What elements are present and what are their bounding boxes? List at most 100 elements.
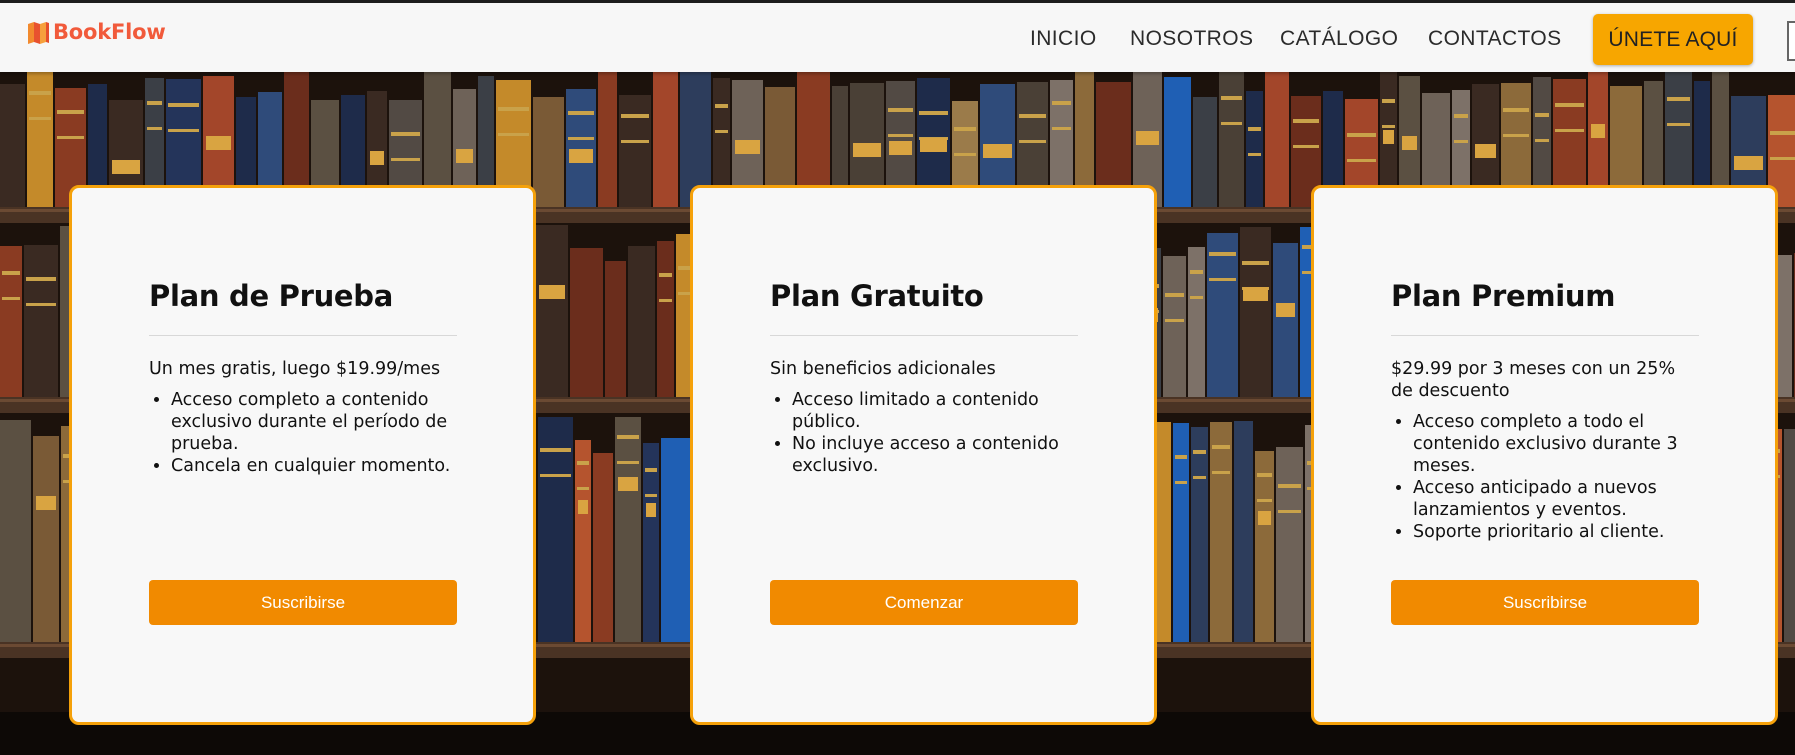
bookshelf-shape [1784, 429, 1795, 642]
bookshelf-shape [2, 271, 20, 275]
bookshelf-shape [1734, 156, 1763, 170]
bookshelf-shape [1019, 140, 1046, 143]
bookshelf-shape [1212, 445, 1230, 449]
bookshelf-shape [617, 461, 639, 464]
bookshelf-shape [168, 103, 199, 107]
bookshelf-shape [206, 136, 231, 150]
nav-item-contactos[interactable]: CONTACTOS [1428, 27, 1562, 51]
bookshelf-shape [566, 89, 596, 207]
bookshelf-shape [1276, 447, 1303, 642]
plan-price: Un mes gratis, luego $19.99/mes [149, 359, 441, 379]
bookshelf-shape [498, 133, 529, 136]
bookshelf-shape [1402, 136, 1417, 150]
bookshelf-shape [619, 95, 651, 207]
bookshelf-shape [715, 130, 728, 133]
bookshelf-shape [539, 285, 565, 299]
nav-item-catalogo[interactable]: CATÁLOGO [1280, 27, 1398, 51]
bookshelf-shape [391, 132, 420, 136]
bookshelf-shape [29, 91, 51, 95]
divider [149, 335, 457, 336]
bookshelf-shape [645, 468, 657, 472]
bookshelf-shape [1278, 484, 1301, 488]
plan-features: Acceso limitado a contenido público. No … [770, 389, 1078, 477]
bookshelf-shape [1209, 278, 1236, 281]
bookshelf-shape [621, 114, 649, 118]
bookshelf-shape [615, 417, 641, 642]
bookshelf-shape [168, 129, 199, 132]
bookshelf-shape [112, 160, 140, 174]
subscribe-button[interactable]: Suscribirse [149, 580, 457, 625]
bookshelf-shape [1276, 303, 1295, 317]
plan-title: Plan Premium [1391, 279, 1616, 313]
bookshelf-shape [659, 299, 672, 302]
feature-item: No incluye acceso a contenido exclusivo. [792, 433, 1078, 477]
bookshelf-shape [540, 448, 571, 452]
bookshelf-shape [628, 246, 655, 397]
bookshelf-shape [29, 117, 51, 120]
bookshelf-shape [569, 149, 593, 163]
bookshelf-shape [657, 241, 674, 397]
bookshelf-shape [1210, 422, 1232, 642]
bookshelf-shape [735, 140, 760, 154]
bookshelf-shape [889, 141, 912, 155]
bookshelf-shape [1591, 124, 1605, 138]
bookshelf-shape [1503, 108, 1529, 112]
bookshelf-shape [1255, 451, 1274, 642]
bookshelf-shape [653, 72, 678, 207]
bookshelf-shape [36, 496, 56, 510]
bookshelf-shape [147, 127, 162, 130]
bookshelf-shape [1175, 481, 1187, 484]
bookshelf-shape [1191, 427, 1208, 642]
bookshelf-shape [1165, 319, 1184, 322]
bookshelf-shape [1454, 114, 1468, 118]
plan-card-prueba: Plan de Prueba Un mes gratis, luego $19.… [69, 185, 536, 725]
bookshelf-shape [715, 104, 728, 108]
bookshelf-shape [1209, 252, 1236, 256]
bookshelf-shape [1382, 125, 1395, 128]
bookshelf-shape [1163, 256, 1186, 397]
bookshelf-shape [26, 277, 56, 281]
divider [1391, 335, 1699, 336]
feature-item: Acceso completo a todo el contenido excl… [1413, 411, 1699, 477]
bookshelf-shape [1019, 114, 1046, 118]
bookshelf-shape [645, 494, 657, 497]
bookshelf-shape [1382, 99, 1395, 103]
cut-off-control[interactable] [1787, 21, 1795, 61]
start-button[interactable]: Comenzar [770, 580, 1078, 625]
subscribe-button[interactable]: Suscribirse [1391, 580, 1699, 625]
bookshelf-shape [1347, 133, 1376, 137]
plan-features: Acceso completo a contenido exclusivo du… [149, 389, 457, 477]
feature-item: Acceso limitado a contenido público. [792, 389, 1078, 433]
feature-item: Cancela en cualquier momento. [171, 455, 457, 477]
bookshelf-shape [147, 101, 162, 105]
bookshelf-shape [954, 127, 976, 131]
bookshelf-shape [1265, 72, 1289, 207]
bookshelf-shape [1293, 119, 1319, 123]
bookshelf-shape [888, 134, 913, 137]
bookshelf-shape [577, 461, 589, 465]
bookshelf-shape [575, 440, 591, 642]
join-button[interactable]: ÚNETE AQUÍ [1593, 14, 1753, 65]
bookshelf-shape [1221, 96, 1242, 100]
top-navbar: BookFlow INICIO NOSOTROS CATÁLOGO CONTAC… [0, 0, 1795, 72]
bookshelf-shape [1535, 113, 1549, 117]
bookshelf-shape [1175, 455, 1187, 459]
bookshelf-shape [617, 435, 639, 439]
bookshelf-shape [1190, 296, 1203, 299]
bookshelf-shape [1475, 144, 1496, 158]
brand-logo[interactable]: BookFlow [26, 19, 166, 45]
nav-item-nosotros[interactable]: NOSOTROS [1130, 27, 1253, 51]
bookshelf-shape [1273, 243, 1298, 397]
bookshelf-shape [24, 245, 58, 397]
bookshelf-shape [954, 153, 976, 156]
bookshelf-shape [568, 111, 594, 115]
bookshelf-shape [659, 273, 672, 277]
bookshelf-shape [1555, 103, 1584, 107]
plan-features: Acceso completo a todo el contenido excl… [1391, 411, 1699, 543]
bookshelf-shape [1555, 129, 1584, 132]
bookshelf-shape [618, 477, 638, 491]
nav-item-inicio[interactable]: INICIO [1030, 27, 1097, 51]
bookshelf-shape [1347, 159, 1376, 162]
bookshelf-shape [26, 303, 56, 306]
plan-title: Plan Gratuito [770, 279, 984, 313]
